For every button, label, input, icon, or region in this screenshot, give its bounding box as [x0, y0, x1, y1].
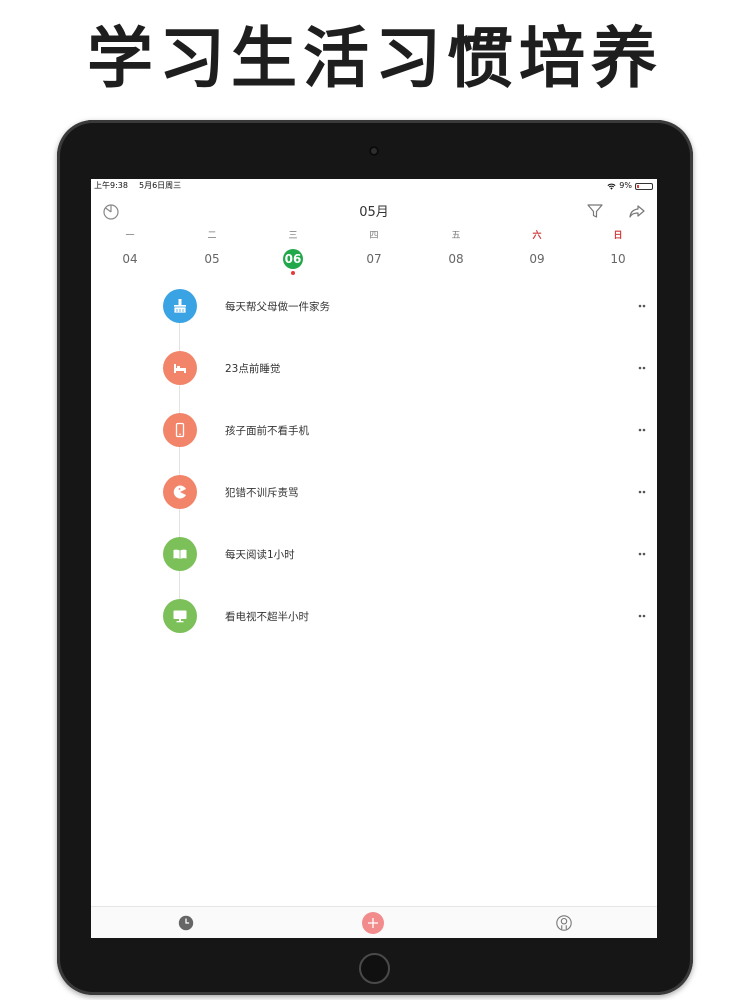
day-number: 07 [366, 252, 382, 266]
phone-icon [163, 413, 197, 447]
broom-icon [163, 289, 197, 323]
more-icon[interactable] [635, 299, 649, 313]
wifi-icon [607, 183, 616, 190]
day-number: 09 [529, 252, 545, 266]
plus-icon [362, 912, 384, 934]
weekday-label: 二 [207, 231, 217, 241]
habit-name: 23点前睡觉 [225, 363, 281, 375]
filter-icon[interactable] [585, 201, 605, 221]
status-date: 5月6日周三 [139, 181, 182, 190]
share-icon[interactable] [627, 201, 647, 221]
bed-icon [163, 351, 197, 385]
status-indicators: 9% [607, 179, 653, 193]
week-strip: 一 04 二 05 三 06 四 07 五 08 六 09 日 10 [91, 229, 657, 275]
day-number: 08 [448, 252, 464, 266]
app-screen: 上午9:38 5月6日周三 9% 05月 一 04 二 05 三 06 四 07… [91, 179, 657, 938]
habit-name: 每天帮父母做一件家务 [225, 301, 330, 313]
book-icon [163, 537, 197, 571]
nav-bar: 05月 [91, 197, 657, 225]
month-title[interactable]: 05月 [91, 201, 657, 220]
habit-list: 每天帮父母做一件家务 23点前睡觉 孩子面前不看手机 犯错不训斥责骂 每天阅读1… [91, 279, 657, 659]
day-number: 05 [204, 252, 220, 266]
today-dot [291, 271, 295, 275]
habit-row[interactable]: 每天阅读1小时 [91, 535, 657, 575]
habit-row[interactable]: 看电视不超半小时 [91, 597, 657, 637]
more-icon[interactable] [635, 609, 649, 623]
habit-row[interactable]: 每天帮父母做一件家务 [91, 287, 657, 327]
day-number: 04 [122, 252, 138, 266]
ipad-frame: 上午9:38 5月6日周三 9% 05月 一 04 二 05 三 06 四 07… [57, 120, 693, 995]
habit-name: 犯错不训斥责骂 [225, 487, 299, 499]
weekday-label: 五 [451, 231, 461, 241]
more-icon[interactable] [635, 547, 649, 561]
week-day-selected[interactable]: 三 06 [273, 229, 313, 275]
habit-row[interactable]: 孩子面前不看手机 [91, 411, 657, 451]
pacman-icon [163, 475, 197, 509]
clock-icon [178, 915, 194, 931]
tab-clock[interactable] [175, 912, 197, 934]
selected-day-number: 06 [283, 249, 303, 269]
more-icon[interactable] [635, 361, 649, 375]
week-day[interactable]: 二 05 [192, 229, 232, 269]
battery-icon [635, 182, 653, 190]
day-number: 10 [610, 252, 626, 266]
week-day[interactable]: 六 09 [517, 229, 557, 269]
habit-row[interactable]: 23点前睡觉 [91, 349, 657, 389]
status-bar: 上午9:38 5月6日周三 9% [91, 179, 657, 193]
profile-icon [556, 915, 572, 931]
habit-name: 看电视不超半小时 [225, 611, 309, 623]
weekday-label: 三 [288, 231, 298, 241]
weekday-label: 四 [369, 231, 379, 241]
week-day[interactable]: 日 10 [598, 229, 638, 269]
tab-bar [91, 906, 657, 938]
tab-profile[interactable] [553, 912, 575, 934]
add-habit-button[interactable] [362, 912, 384, 934]
habit-name: 孩子面前不看手机 [225, 425, 309, 437]
week-day[interactable]: 五 08 [436, 229, 476, 269]
camera [369, 146, 379, 156]
battery-percent: 9% [619, 181, 632, 190]
more-icon[interactable] [635, 423, 649, 437]
weekday-label: 六 [532, 231, 542, 241]
habit-row[interactable]: 犯错不训斥责骂 [91, 473, 657, 513]
tv-icon [163, 599, 197, 633]
week-day[interactable]: 一 04 [110, 229, 150, 269]
home-button[interactable] [359, 953, 390, 984]
status-time: 上午9:38 [94, 181, 128, 190]
more-icon[interactable] [635, 485, 649, 499]
habit-name: 每天阅读1小时 [225, 549, 295, 561]
week-day[interactable]: 四 07 [354, 229, 394, 269]
weekday-label: 日 [613, 231, 623, 241]
banner-title: 学习生活习惯培养 [87, 20, 663, 97]
weekday-label: 一 [125, 231, 135, 241]
